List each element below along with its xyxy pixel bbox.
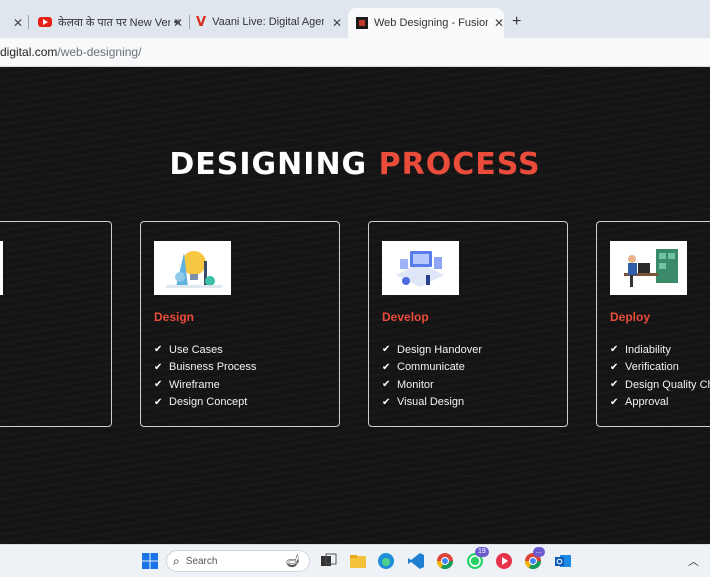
tab-title: केलवा के पात पर New Version: [58, 16, 170, 29]
check-icon: ✔: [610, 344, 619, 356]
file-explorer-icon[interactable]: [348, 551, 368, 571]
tab-vaani[interactable]: V Vaani Live: Digital Agency, Web: [196, 10, 326, 34]
process-card-design: Design ✔ Use Cases ✔ Buisness Process ✔ Wir…: [140, 221, 340, 427]
heading-white: DESIGNING: [169, 147, 368, 182]
list-item: ✔ Indiability: [610, 343, 671, 356]
list-item: ✔ Design Handover: [382, 343, 482, 356]
task-view-icon[interactable]: [318, 551, 338, 571]
youtube-icon: [38, 17, 52, 27]
process-card-deploy: Deploy ✔ Indiability ✔ Verification ✔ Desig…: [596, 221, 710, 427]
list-item: ✔ Wireframe: [154, 378, 220, 391]
windows-taskbar: ⌕ Search 🪔︎ 19 ... ︿: [0, 544, 710, 577]
vaani-icon: V: [196, 14, 207, 30]
close-tab-icon[interactable]: ✕: [332, 16, 342, 30]
chrome-icon[interactable]: [435, 551, 455, 571]
list-item: ✔ Approval: [610, 396, 669, 409]
new-tab-icon[interactable]: +: [512, 13, 521, 31]
tab-youtube[interactable]: केलवा के पात पर New Version 🔊︎: [38, 10, 182, 34]
list-item: ✔ Design Quality Ch: [610, 378, 710, 391]
url-path: /web-designing/: [57, 45, 142, 59]
card-title: Develop: [382, 310, 429, 324]
check-icon: ✔: [382, 396, 391, 408]
search-placeholder: Search: [185, 555, 218, 567]
check-icon: ✔: [610, 361, 619, 373]
list-item: ✔ Monitor: [382, 378, 434, 391]
card-title: Design: [154, 310, 195, 324]
process-card-partial: [0, 221, 112, 427]
close-tab-icon[interactable]: ✕: [173, 16, 183, 30]
heading-red: PROCESS: [378, 147, 541, 182]
media-player-icon[interactable]: [494, 551, 514, 571]
card-list: ✔ Design Handover ✔ Communicate ✔ Monitor ✔…: [382, 341, 482, 411]
check-icon: ✔: [154, 396, 163, 408]
url-text[interactable]: digital.com/web-designing/: [0, 45, 141, 59]
list-item: ✔ Visual Design: [382, 396, 465, 409]
design-illustration: [154, 241, 231, 295]
fusionfame-icon: [356, 17, 368, 29]
section-heading: DESIGNING PROCESS: [0, 147, 710, 182]
check-icon: ✔: [382, 344, 391, 356]
check-icon: ✔: [154, 344, 163, 356]
address-bar[interactable]: digital.com/web-designing/: [0, 38, 710, 67]
page-content: DESIGNING PROCESS Design ✔ Use Cases ✔ Bui…: [0, 67, 710, 544]
url-host: digital.com: [0, 45, 58, 59]
check-icon: ✔: [154, 361, 163, 373]
edge-icon[interactable]: [376, 551, 396, 571]
outlook-icon[interactable]: [553, 551, 573, 571]
windows-start-icon[interactable]: [140, 551, 160, 571]
diya-icon: 🪔︎: [284, 553, 301, 568]
check-icon: ✔: [610, 379, 619, 391]
card-list: ✔ Use Cases ✔ Buisness Process ✔ Wireframe …: [154, 341, 256, 411]
tab-fusionfame[interactable]: Web Designing - Fusionfame Di ✕: [348, 8, 504, 38]
vscode-icon[interactable]: [406, 551, 426, 571]
taskbar-search[interactable]: ⌕ Search 🪔︎: [166, 550, 310, 572]
check-icon: ✔: [382, 361, 391, 373]
chrome-badge: ...: [533, 547, 545, 557]
check-icon: ✔: [154, 379, 163, 391]
card-list: ✔ Indiability ✔ Verification ✔ Design Quali…: [610, 341, 710, 411]
tab-title: Web Designing - Fusionfame Di: [374, 17, 488, 29]
list-item: ✔ Buisness Process: [154, 361, 257, 374]
list-item: ✔ Use Cases: [154, 343, 223, 356]
close-tab-icon[interactable]: ✕: [494, 16, 504, 30]
whatsapp-badge: 19: [475, 547, 489, 557]
card-image: [0, 241, 3, 295]
chevron-up-icon[interactable]: ︿: [688, 553, 699, 569]
search-icon: ⌕: [173, 553, 180, 568]
tab-title: Vaani Live: Digital Agency, Web: [212, 16, 324, 28]
develop-illustration: [382, 241, 459, 295]
close-icon[interactable]: ✕: [13, 16, 23, 30]
deploy-illustration: [610, 241, 687, 295]
tab-separator: [28, 15, 29, 29]
process-card-develop: Develop ✔ Design Handover ✔ Communicate ✔ M…: [368, 221, 568, 427]
list-item: ✔ Design Concept: [154, 396, 248, 409]
list-item: ✔ Communicate: [382, 361, 465, 374]
card-title: Deploy: [610, 310, 651, 324]
browser-tab-strip: ✕ केलवा के पात पर New Version 🔊︎ ✕ V Vaa…: [0, 0, 710, 38]
check-icon: ✔: [610, 396, 619, 408]
list-item: ✔ Verification: [610, 361, 679, 374]
check-icon: ✔: [382, 379, 391, 391]
tab-separator: [189, 15, 190, 29]
